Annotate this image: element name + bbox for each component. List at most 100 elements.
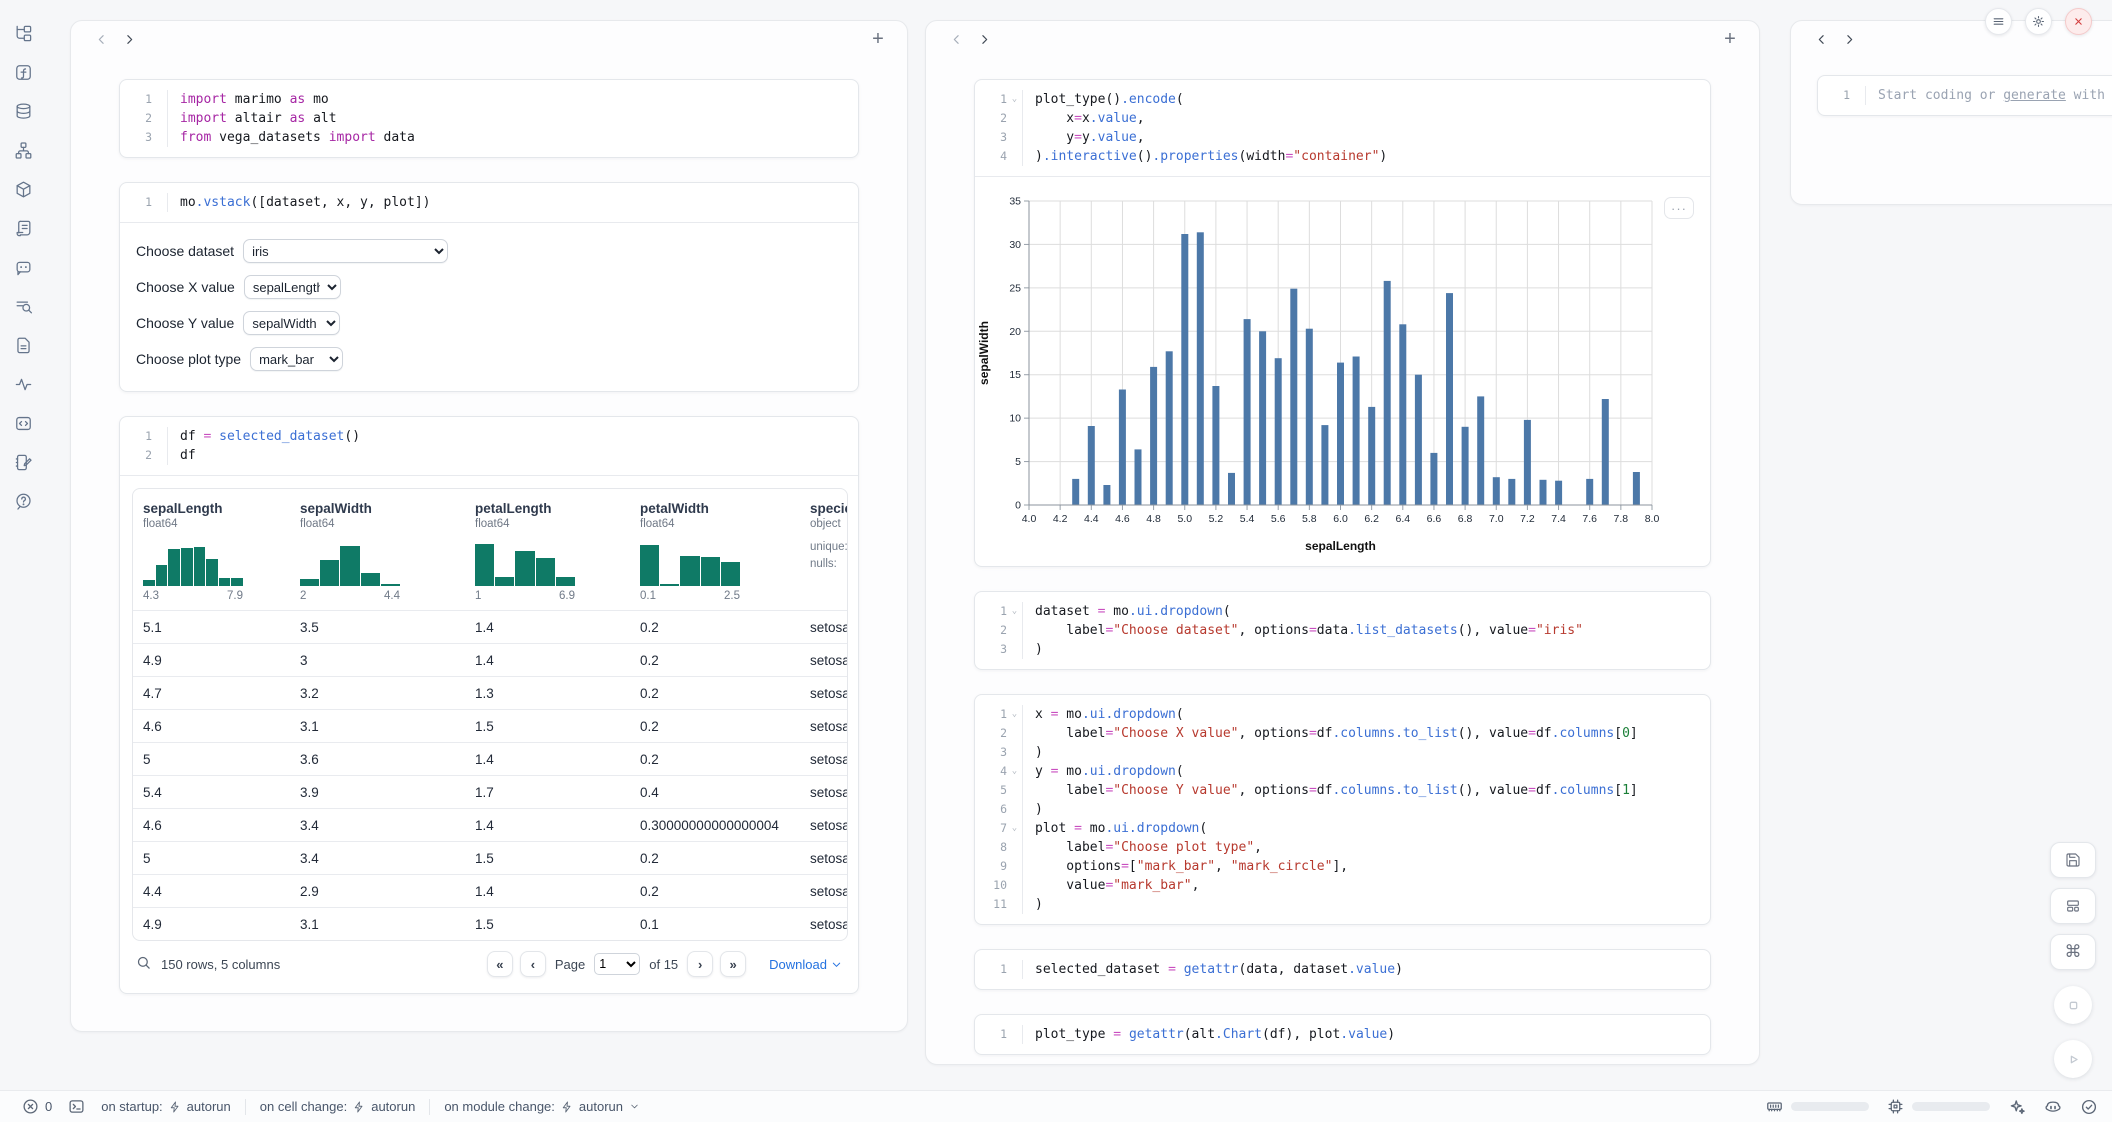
errors-button[interactable]: 0	[14, 1098, 60, 1115]
column-min-max: 4.37.9	[143, 590, 243, 602]
logs-icon[interactable]	[12, 295, 34, 317]
table-column-header[interactable]: sepalWidthfloat6424.4	[290, 489, 465, 610]
prev-page-button[interactable]: ‹	[520, 951, 546, 977]
table-column-header[interactable]: petalWidthfloat640.12.5	[630, 489, 800, 610]
column-prev-button[interactable]	[87, 27, 115, 51]
next-page-button[interactable]: ›	[687, 951, 713, 977]
first-page-button[interactable]: «	[487, 951, 513, 977]
table-body: 5.13.51.40.2setosa4.931.40.2setosa4.73.2…	[133, 610, 847, 940]
autorun-startup-toggle[interactable]: on startup: autorun	[93, 1099, 239, 1114]
code-editor[interactable]: 1selected_dataset = getattr(data, datase…	[975, 950, 1710, 989]
svg-text:4.2: 4.2	[1053, 513, 1068, 525]
packages-icon[interactable]	[12, 178, 34, 200]
save-button[interactable]	[2050, 842, 2096, 878]
table-column-header[interactable]: sepalLengthfloat644.37.9	[133, 489, 290, 610]
line-number: 2	[981, 621, 1007, 640]
marimo-app: + 1import marimo as mo2import altair as …	[0, 0, 2112, 1122]
ai-assistant-button[interactable]	[2008, 1098, 2026, 1116]
fold-marker[interactable]: ⌄	[1007, 762, 1023, 781]
table-cell: 1.5	[465, 917, 630, 932]
lightning-icon	[561, 1101, 573, 1113]
dependency-graph-icon[interactable]	[12, 139, 34, 161]
menu-button[interactable]	[1985, 8, 2012, 35]
column-type: float64	[640, 518, 800, 530]
chat-icon[interactable]	[12, 256, 34, 278]
svg-text:4.0: 4.0	[1022, 513, 1037, 525]
code-editor[interactable]: 1⌄plot_type().encode(2 x=x.value,3 y=y.v…	[975, 80, 1710, 176]
fold-marker[interactable]: ⌄	[1007, 705, 1023, 724]
download-button[interactable]: Download	[769, 957, 842, 972]
scratchpad-icon[interactable]	[12, 451, 34, 473]
code-editor[interactable]: 1import marimo as mo2import altair as al…	[120, 80, 858, 157]
column-prev-button[interactable]	[1807, 27, 1835, 51]
code-line: 3)	[981, 743, 1696, 762]
last-page-button[interactable]: »	[720, 951, 746, 977]
chart-options-button[interactable]: ···	[1664, 197, 1694, 219]
copilot-button[interactable]	[2044, 1098, 2062, 1116]
svg-text:0: 0	[1015, 500, 1021, 512]
dropdown-choose-dataset[interactable]: iris	[243, 239, 448, 263]
code-line: 3)	[981, 640, 1696, 659]
add-cell-button[interactable]: +	[1717, 27, 1743, 51]
code-line: 4⌄y = mo.ui.dropdown(	[981, 762, 1696, 781]
code-editor[interactable]: 1Start coding or generate with AI	[1818, 76, 2112, 115]
dropdown-choose-y-value[interactable]: sepalWidth	[243, 311, 340, 335]
altair-bar-chart[interactable]: 4.04.24.44.64.85.05.25.45.65.86.06.26.46…	[975, 177, 1710, 566]
dropdown-choose-plot-type[interactable]: mark_bar	[250, 347, 343, 371]
settings-gear-button[interactable]	[2025, 8, 2052, 35]
line-number: 3	[126, 128, 152, 147]
code-editor[interactable]: 1⌄x = mo.ui.dropdown(2 label="Choose X v…	[975, 695, 1710, 924]
code-line: 6)	[981, 800, 1696, 819]
code-line: 2import altair as alt	[126, 109, 844, 128]
keyboard-shortcuts-button[interactable]: ⌘	[2050, 934, 2096, 970]
stop-button[interactable]	[2054, 986, 2092, 1024]
close-button[interactable]	[2065, 8, 2092, 35]
column-next-button[interactable]	[115, 27, 143, 51]
autorun-module-change-toggle[interactable]: on module change: autorun	[436, 1099, 648, 1114]
table-cell: 3.6	[290, 752, 465, 767]
terminal-button[interactable]	[60, 1098, 93, 1115]
code-editor[interactable]: 1plot_type = getattr(alt.Chart(df), plot…	[975, 1015, 1710, 1054]
code-editor[interactable]: 1mo.vstack([dataset, x, y, plot])	[120, 183, 858, 222]
dropdown-label: Choose X value	[136, 279, 235, 295]
code-line: 2 x=x.value,	[981, 109, 1696, 128]
search-icon[interactable]	[136, 955, 151, 973]
table-cell: 5	[133, 851, 290, 866]
column-next-button[interactable]	[1835, 27, 1863, 51]
connection-status-button[interactable]	[2080, 1098, 2098, 1116]
outline-icon[interactable]	[12, 412, 34, 434]
svg-text:15: 15	[1009, 369, 1021, 381]
run-button[interactable]	[2054, 1040, 2092, 1078]
table-cell: 4.6	[133, 719, 290, 734]
table-cell: 0.2	[630, 719, 800, 734]
autorun-cell-change-toggle[interactable]: on cell change: autorun	[252, 1099, 424, 1114]
table-cell: 4.7	[133, 686, 290, 701]
fold-marker[interactable]: ⌄	[1007, 819, 1023, 838]
page-select[interactable]: 1	[594, 953, 640, 975]
column-next-button[interactable]	[970, 27, 998, 51]
fold-marker[interactable]: ⌄	[1007, 90, 1023, 109]
code-editor[interactable]: 1⌄dataset = mo.ui.dropdown(2 label="Choo…	[975, 592, 1710, 669]
column-prev-button[interactable]	[942, 27, 970, 51]
line-number: 7	[981, 819, 1007, 838]
svg-text:5.6: 5.6	[1271, 513, 1286, 525]
table-row: 53.61.40.2setosa	[133, 742, 847, 775]
functions-icon[interactable]	[12, 61, 34, 83]
help-icon[interactable]	[12, 490, 34, 512]
code-line: 1⌄x = mo.ui.dropdown(	[981, 705, 1696, 724]
code-editor[interactable]: 1df = selected_dataset()2df	[120, 417, 858, 475]
tracing-icon[interactable]	[12, 373, 34, 395]
notebook-column-2: + 1⌄plot_type().encode(2 x=x.value,3 y=y…	[925, 20, 1760, 1065]
line-number: 3	[981, 640, 1007, 659]
snippets-icon[interactable]	[12, 334, 34, 356]
scripts-icon[interactable]	[12, 217, 34, 239]
dropdown-choose-x-value[interactable]: sepalLength	[244, 275, 341, 299]
fold-marker[interactable]: ⌄	[1007, 602, 1023, 621]
table-column-header[interactable]: speciesobjectunique:nulls:	[800, 489, 848, 610]
database-icon[interactable]	[12, 100, 34, 122]
file-tree-icon[interactable]	[12, 22, 34, 44]
add-cell-button[interactable]: +	[865, 27, 891, 51]
layout-button[interactable]	[2050, 888, 2096, 924]
line-number: 1	[981, 90, 1007, 109]
table-column-header[interactable]: petalLengthfloat6416.9	[465, 489, 630, 610]
